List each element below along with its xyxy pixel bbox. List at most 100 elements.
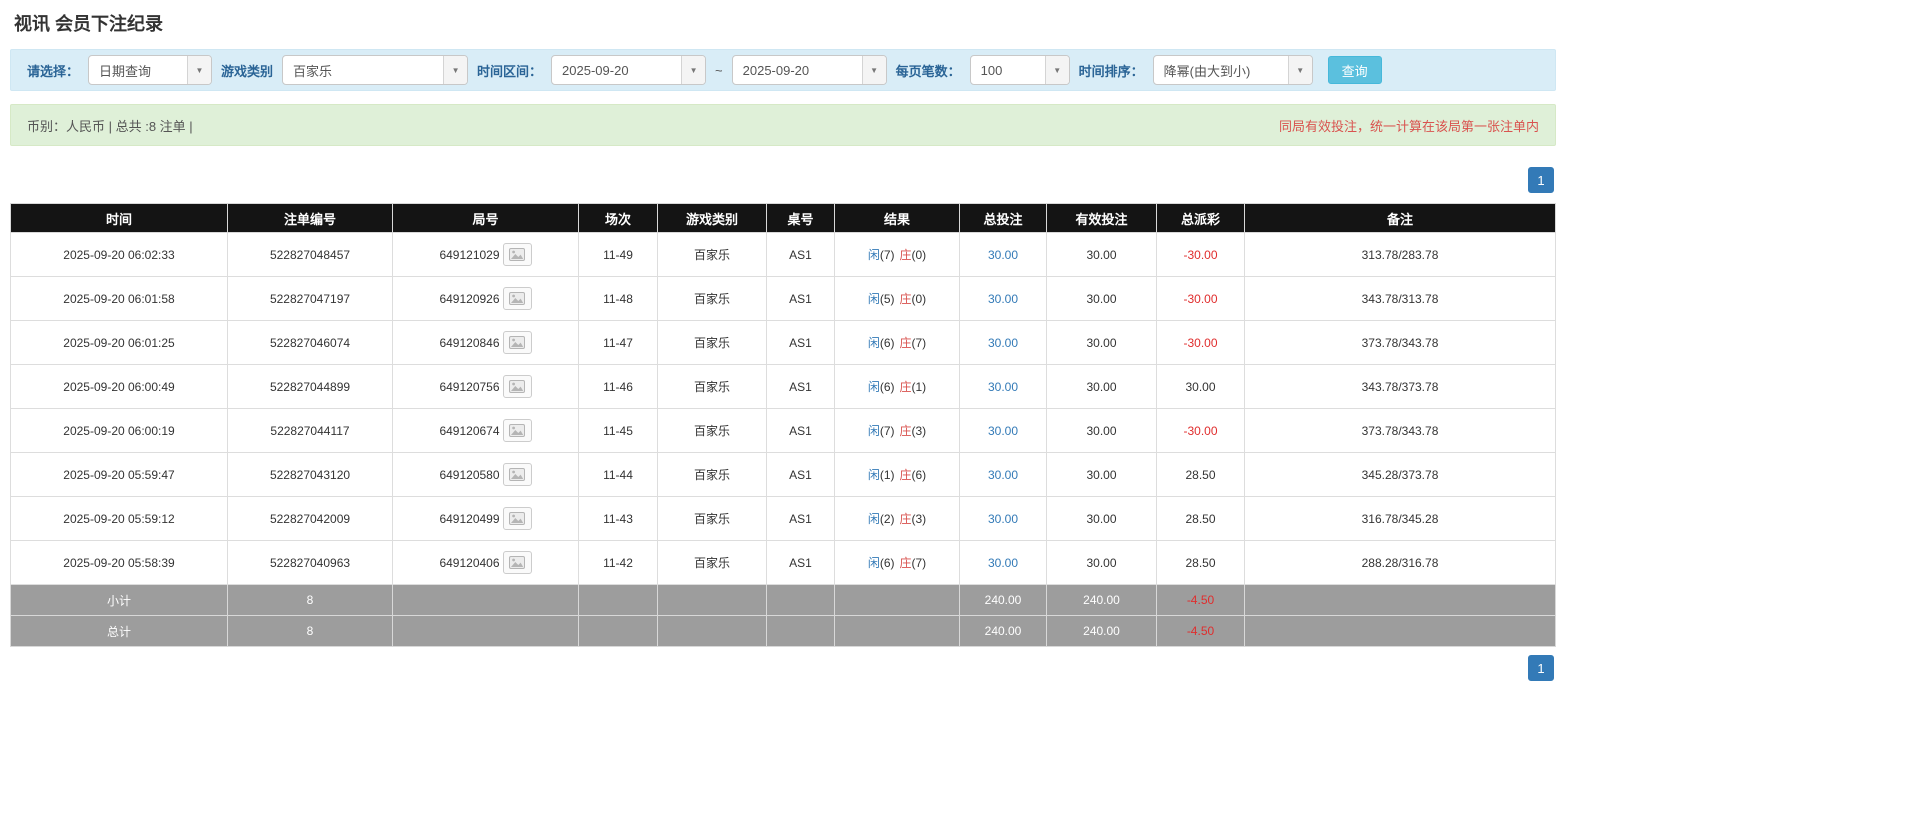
col-header-time: 时间 — [10, 203, 228, 233]
round-replay-button[interactable] — [502, 463, 532, 486]
select-mode-value: 日期查询 — [99, 63, 152, 79]
banker-result-label: 庄 — [899, 336, 912, 350]
total-bet-cell: 30.00 — [959, 408, 1047, 453]
session-cell: 11-43 — [578, 496, 658, 541]
valid-bet-cell: 30.00 — [1046, 276, 1157, 321]
bet-id-cell: 522827043120 — [227, 452, 393, 497]
player-result-label: 闲 — [867, 292, 880, 306]
round-id: 649120926 — [439, 291, 500, 306]
game-type-cell: 百家乐 — [657, 364, 767, 409]
valid-bet-cell: 30.00 — [1046, 408, 1157, 453]
banker-result-score: (7) — [911, 556, 927, 570]
total-bet-cell: 30.00 — [959, 364, 1047, 409]
note-cell: 373.78/343.78 — [1244, 320, 1556, 365]
result-cell: 闲(6) 庄(7) — [834, 540, 960, 585]
page-size-value: 100 — [980, 62, 1003, 78]
table-no-cell: AS1 — [766, 496, 835, 541]
total-bet-link[interactable]: 30.00 — [988, 512, 1018, 526]
player-result-score: (5) — [879, 292, 895, 306]
session-cell: 11-44 — [578, 452, 658, 497]
player-result-label: 闲 — [867, 512, 880, 526]
search-button[interactable]: 查询 — [1327, 56, 1382, 84]
time-cell: 2025-09-20 05:59:12 — [10, 496, 228, 541]
total-bet-link[interactable]: 30.00 — [988, 336, 1018, 350]
result-cell: 闲(2) 庄(3) — [834, 496, 960, 541]
result-cell: 闲(6) 庄(1) — [834, 364, 960, 409]
col-header-bet-id: 注单编号 — [227, 203, 393, 233]
sort-order-dropdown[interactable]: 降幂(由大到小) ▼ — [1152, 55, 1313, 85]
player-result-label: 闲 — [867, 556, 880, 570]
payout-cell: 28.50 — [1156, 496, 1245, 541]
page-1-button[interactable]: 1 — [1528, 655, 1554, 681]
total-bet-link[interactable]: 30.00 — [988, 468, 1018, 482]
banker-result-score: (7) — [911, 336, 927, 350]
round-replay-button[interactable] — [502, 331, 532, 354]
session-cell: 11-46 — [578, 364, 658, 409]
total-bet-link[interactable]: 30.00 — [988, 556, 1018, 570]
total-bet-cell: 30.00 — [959, 232, 1047, 277]
total-total-bet: 240.00 — [959, 615, 1047, 647]
total-bet-cell: 30.00 — [959, 452, 1047, 497]
round-replay-button[interactable] — [502, 551, 532, 574]
game-type-dropdown[interactable]: 百家乐 ▼ — [282, 55, 469, 85]
banker-result-label: 庄 — [899, 292, 912, 306]
select-mode-label: 请选择： — [27, 63, 80, 79]
valid-bet-cell: 30.00 — [1046, 364, 1157, 409]
table-row: 2025-09-20 06:02:33 522827048457 6491210… — [10, 232, 1556, 277]
date-from-dropdown[interactable]: 2025-09-20 ▼ — [551, 55, 707, 85]
chevron-down-icon: ▼ — [187, 56, 212, 84]
round-replay-button[interactable] — [502, 419, 532, 442]
bet-id-cell: 522827046074 — [227, 320, 393, 365]
player-result-label: 闲 — [867, 380, 880, 394]
table-row: 2025-09-20 05:59:12 522827042009 6491204… — [10, 496, 1556, 541]
table-no-cell: AS1 — [766, 452, 835, 497]
replay-image-icon — [509, 292, 526, 305]
page-1-button[interactable]: 1 — [1528, 167, 1554, 193]
round-replay-button[interactable] — [502, 375, 532, 398]
banker-result-label: 庄 — [899, 380, 912, 394]
table-row: 2025-09-20 06:00:19 522827044117 6491206… — [10, 408, 1556, 453]
valid-bet-cell: 30.00 — [1046, 452, 1157, 497]
round-replay-button[interactable] — [502, 287, 532, 310]
game-type-value: 百家乐 — [293, 63, 333, 79]
page-size-dropdown[interactable]: 100 ▼ — [969, 55, 1070, 85]
time-cell: 2025-09-20 06:00:19 — [10, 408, 228, 453]
chevron-down-icon: ▼ — [443, 56, 468, 84]
subtotal-count: 8 — [227, 584, 393, 616]
total-bet-link[interactable]: 30.00 — [988, 424, 1018, 438]
col-header-round-id: 局号 — [392, 203, 579, 233]
subtotal-payout: -4.50 — [1156, 584, 1245, 616]
player-result-label: 闲 — [867, 336, 880, 350]
game-type-cell: 百家乐 — [657, 408, 767, 453]
chevron-down-icon: ▼ — [1287, 56, 1312, 84]
round-replay-button[interactable] — [502, 507, 532, 530]
total-bet-link[interactable]: 30.00 — [988, 292, 1018, 306]
round-id: 649120499 — [439, 511, 500, 526]
filter-bar: 请选择： 日期查询 ▼ 游戏类别 百家乐 ▼ 时间区间： 2025-09-20 … — [10, 49, 1556, 91]
round-id: 649120406 — [439, 555, 500, 570]
chevron-down-icon: ▼ — [681, 56, 706, 84]
subtotal-valid-bet: 240.00 — [1046, 584, 1157, 616]
table-no-cell: AS1 — [766, 364, 835, 409]
banker-result-score: (6) — [911, 468, 927, 482]
bet-id-cell: 522827040963 — [227, 540, 393, 585]
bet-id-cell: 522827044117 — [227, 408, 393, 453]
time-cell: 2025-09-20 05:58:39 — [10, 540, 228, 585]
select-mode-dropdown[interactable]: 日期查询 ▼ — [88, 55, 213, 85]
round-id: 649120846 — [439, 335, 500, 350]
col-header-valid-bet: 有效投注 — [1046, 203, 1157, 233]
total-bet-link[interactable]: 30.00 — [988, 248, 1018, 262]
payout-cell: 28.50 — [1156, 452, 1245, 497]
date-from-value: 2025-09-20 — [562, 62, 629, 78]
date-to-dropdown[interactable]: 2025-09-20 ▼ — [731, 55, 887, 85]
total-valid-bet: 240.00 — [1046, 615, 1157, 647]
game-type-label: 游戏类别 — [221, 63, 274, 79]
round-replay-button[interactable] — [502, 243, 532, 266]
round-id: 649120580 — [439, 467, 500, 482]
round-id: 649120674 — [439, 423, 500, 438]
total-bet-link[interactable]: 30.00 — [988, 380, 1018, 394]
bet-id-cell: 522827042009 — [227, 496, 393, 541]
round-id: 649120756 — [439, 379, 500, 394]
bet-id-cell: 522827048457 — [227, 232, 393, 277]
payout-cell: 28.50 — [1156, 540, 1245, 585]
